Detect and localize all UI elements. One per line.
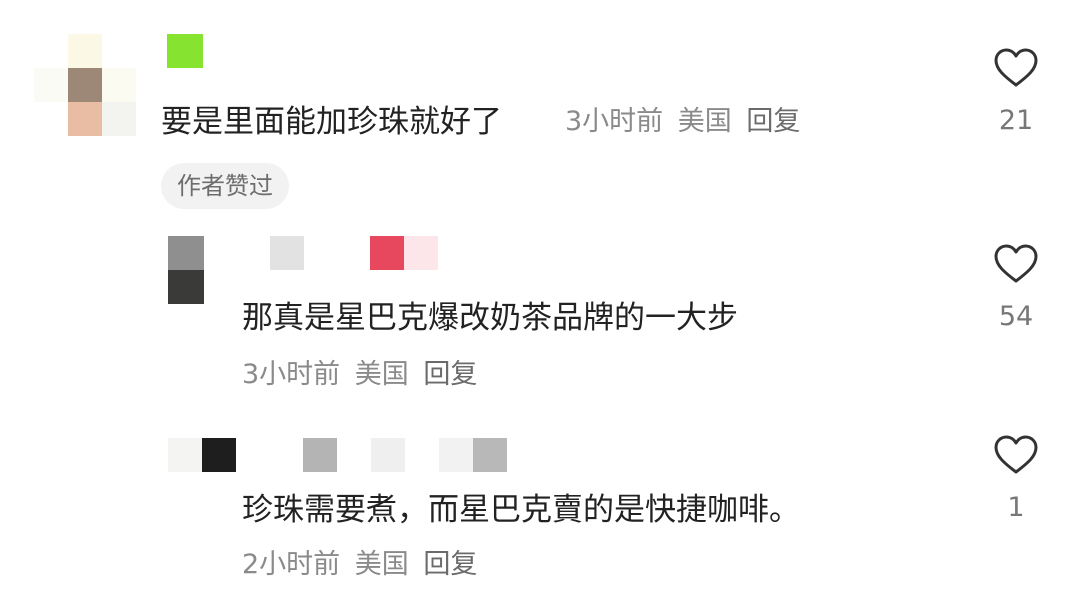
comment-text: 珍珠需要煮，而星巴克賣的是快捷咖啡。 xyxy=(242,492,800,528)
heart-outline-icon[interactable] xyxy=(994,244,1038,284)
avatar[interactable] xyxy=(168,236,204,304)
heart-outline-icon[interactable] xyxy=(994,48,1038,88)
like-count: 21 xyxy=(998,105,1034,136)
comment-meta: 2小时前 美国 回复 xyxy=(242,547,483,583)
username[interactable] xyxy=(270,236,440,270)
author-liked-badge: 作者赞过 xyxy=(161,163,289,209)
comment-time: 3小时前 xyxy=(242,359,341,390)
comment-text: 要是里面能加珍珠就好了 xyxy=(161,104,502,140)
comment-time: 2小时前 xyxy=(242,549,341,580)
username[interactable] xyxy=(303,438,508,472)
avatar[interactable] xyxy=(168,438,238,472)
avatar[interactable] xyxy=(34,34,136,136)
comment-time: 3小时前 xyxy=(565,106,664,137)
comment-meta: 3小时前 美国 回复 xyxy=(242,357,483,393)
comment-location: 美国 xyxy=(354,549,409,580)
like-count: 54 xyxy=(998,301,1034,332)
heart-outline-icon[interactable] xyxy=(994,435,1038,475)
comment-location: 美国 xyxy=(677,106,732,137)
comment-meta: 3小时前 美国 回复 xyxy=(565,104,806,140)
comment-text: 那真是星巴克爆改奶茶品牌的一大步 xyxy=(242,300,738,336)
username[interactable] xyxy=(167,34,203,70)
reply-button[interactable]: 回复 xyxy=(423,549,477,580)
like-count: 1 xyxy=(1007,492,1025,523)
reply-button[interactable]: 回复 xyxy=(746,106,800,137)
reply-button[interactable]: 回复 xyxy=(423,359,477,390)
comment-location: 美国 xyxy=(354,359,409,390)
